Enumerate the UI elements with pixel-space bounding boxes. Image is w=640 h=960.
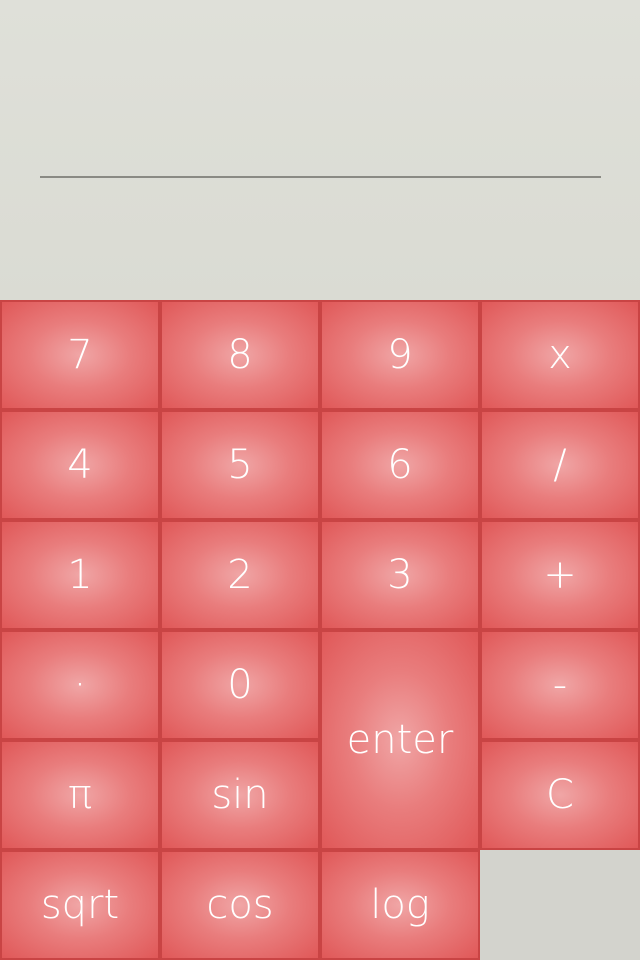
plus-button[interactable]: + bbox=[480, 520, 640, 630]
sqrt-button[interactable]: sqrt bbox=[0, 850, 160, 960]
key-6-label: 6 bbox=[387, 442, 413, 488]
key-4-label: 4 bbox=[67, 442, 93, 488]
sqrt-label: sqrt bbox=[40, 882, 120, 928]
multiply-label: x bbox=[548, 332, 572, 378]
key-3[interactable]: 3 bbox=[320, 520, 480, 630]
key-0-label: 0 bbox=[227, 662, 253, 708]
key-1[interactable]: 1 bbox=[0, 520, 160, 630]
decimal-point-label: · bbox=[73, 662, 87, 708]
enter-button[interactable]: enter bbox=[320, 630, 480, 850]
key-1-label: 1 bbox=[67, 552, 93, 598]
key-9-label: 9 bbox=[387, 332, 413, 378]
key-9[interactable]: 9 bbox=[320, 300, 480, 410]
enter-label: enter bbox=[346, 717, 454, 763]
clear-label: C bbox=[546, 772, 574, 818]
key-8-label: 8 bbox=[227, 332, 253, 378]
minus-button[interactable]: - bbox=[480, 630, 640, 740]
key-4[interactable]: 4 bbox=[0, 410, 160, 520]
display-underline bbox=[40, 176, 601, 178]
log-button[interactable]: log bbox=[320, 850, 480, 960]
sin-button[interactable]: sin bbox=[160, 740, 320, 850]
key-2-label: 2 bbox=[227, 552, 253, 598]
key-2[interactable]: 2 bbox=[160, 520, 320, 630]
display-value bbox=[40, 110, 600, 166]
key-7[interactable]: 7 bbox=[0, 300, 160, 410]
multiply-button[interactable]: x bbox=[480, 300, 640, 410]
plus-label: + bbox=[543, 552, 577, 598]
cos-button[interactable]: cos bbox=[160, 850, 320, 960]
clear-button[interactable]: C bbox=[480, 740, 640, 850]
key-7-label: 7 bbox=[67, 332, 93, 378]
divide-button[interactable]: / bbox=[480, 410, 640, 520]
key-0[interactable]: 0 bbox=[160, 630, 320, 740]
pi-button[interactable]: π bbox=[0, 740, 160, 850]
pi-label: π bbox=[67, 772, 93, 818]
decimal-point-button[interactable]: · bbox=[0, 630, 160, 740]
divide-label: / bbox=[553, 442, 567, 488]
key-3-label: 3 bbox=[387, 552, 413, 598]
keypad: 7 8 9 x 4 5 6 / 1 2 3 + · 0 enter - π si… bbox=[0, 300, 640, 960]
cos-label: cos bbox=[206, 882, 274, 928]
empty-keypad-slot bbox=[480, 850, 640, 960]
key-8[interactable]: 8 bbox=[160, 300, 320, 410]
sin-label: sin bbox=[211, 772, 269, 818]
log-label: log bbox=[370, 882, 430, 928]
display-area bbox=[0, 0, 640, 300]
key-6[interactable]: 6 bbox=[320, 410, 480, 520]
key-5[interactable]: 5 bbox=[160, 410, 320, 520]
minus-label: - bbox=[552, 662, 568, 708]
key-5-label: 5 bbox=[227, 442, 253, 488]
